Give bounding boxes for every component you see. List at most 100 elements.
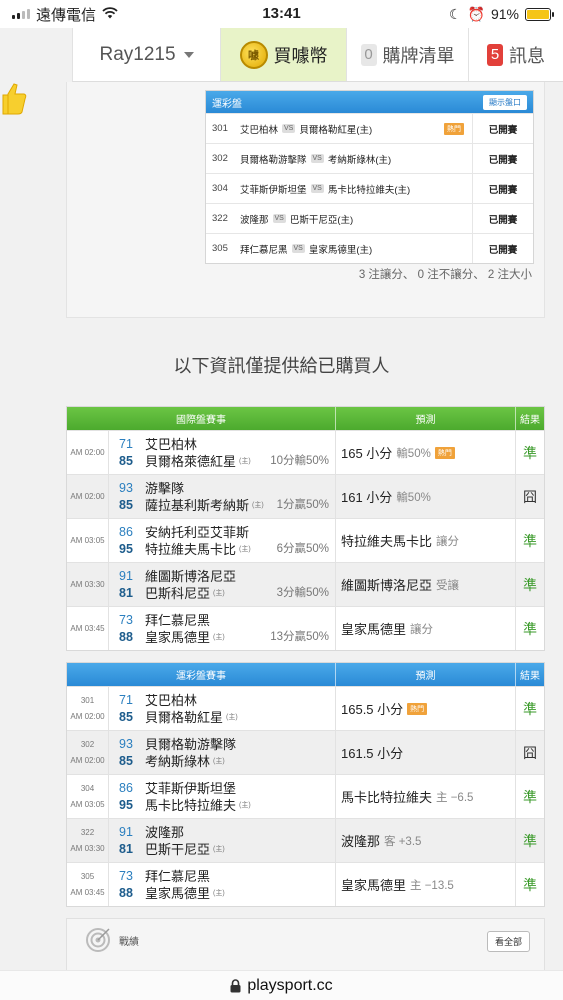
game-number: 322 [212, 213, 228, 224]
matchup: 拜仁慕尼黑 VS 皇家馬德里(主) [240, 234, 473, 263]
table-row: 301 AM 02:00 71 艾巴柏林 85 貝爾格勒紅星 (主) 165.5 小分 熱門準 [67, 686, 544, 730]
result-cell: 囧 [523, 744, 537, 761]
handicap-result: 13分贏50% [270, 631, 329, 643]
prediction-note: 讓分 [436, 535, 460, 548]
game-number: 304 [212, 183, 228, 194]
cart-button[interactable]: 0 購牌清單 [347, 28, 469, 81]
home-tag: (主) [239, 801, 251, 809]
game-number: 302 [80, 739, 95, 749]
home-score: 85 [119, 753, 133, 768]
matchup: 貝爾格勒游擊隊 VS 考納斯綠林(主) [240, 144, 473, 173]
lotto-summary-row: 322 波隆那 VS 巴斯干尼亞(主) 已開賽 [206, 203, 533, 233]
prediction-cell: 特拉維夫馬卡比 讓分 [336, 519, 516, 562]
vs-badge: VS [291, 244, 305, 253]
handicap-result: 10分輸50% [270, 455, 329, 467]
record-label: 戰績 [119, 937, 139, 948]
away-team: 貝爾格勒游擊隊 [240, 154, 307, 166]
prediction-note: 主 −13.5 [410, 879, 454, 892]
prediction-cell: 皇家馬德里主 −13.5 [336, 863, 516, 906]
away-score: 86 [119, 780, 133, 795]
game-time: AM 03:05 [70, 799, 105, 809]
home-tag: (主) [252, 501, 264, 509]
game-time: AM 03:30 [70, 579, 105, 589]
home-team: 巴斯干尼亞 [145, 842, 211, 857]
status-bar: 遠傳電信 13:41 ☾ ⏰ 91% [0, 0, 563, 28]
home-team: 巴斯干尼亞(主) [289, 214, 354, 226]
matchup: 艾巴柏林 VS 貝爾格勒紅星(主) 熱門 [240, 114, 473, 143]
lotto-summary-table: 運彩盤 顯示盤口 301 艾巴柏林 VS 貝爾格勒紅星(主) 熱門已開賽 302 貝爾格勒游… [205, 90, 534, 264]
thumbs-up-icon[interactable] [2, 80, 28, 120]
lotto-summary-row: 304 艾菲斯伊斯坦堡 VS 馬卡比特拉維夫(主) 已開賽 [206, 173, 533, 203]
away-score: 73 [119, 612, 133, 627]
result-cell: 準 [523, 832, 537, 849]
game-state: 已開賽 [488, 154, 518, 166]
away-score: 91 [119, 568, 133, 583]
prediction-cell: 馬卡比特拉維夫主 −6.5 [336, 775, 516, 818]
prediction-note: 讓分 [410, 623, 434, 636]
table-row: 305 AM 03:45 73 拜仁慕尼黑 88 皇家馬德里 (主) 皇家馬德里主 −13.5… [67, 862, 544, 906]
vs-badge: VS [282, 124, 296, 133]
prediction-pick: 161 小分 [341, 490, 393, 505]
prediction-note: 輸50% [396, 491, 431, 504]
col-match: 國際盤賽事 [67, 407, 336, 430]
col-match: 運彩盤賽事 [67, 663, 336, 686]
matchup-cell: 93 貝爾格勒游擊隊 85 考納斯綠林 (主) [109, 731, 336, 774]
game-time: AM 02:00 [70, 711, 105, 721]
game-time: AM 03:05 [70, 535, 105, 545]
caret-down-icon [183, 51, 194, 58]
home-score: 85 [119, 453, 133, 468]
game-number: 301 [212, 123, 228, 134]
prediction-cell: 165 小分 輸50% 熱門 [336, 431, 516, 474]
intl-prediction-table: 國際盤賽事 預測 結果 AM 02:00 71 艾巴柏林 85 貝爾格萊德紅星 (主) 10… [66, 406, 545, 651]
home-team: 皇家馬德里 [145, 630, 211, 645]
show-odds-button[interactable]: 顯示盤口 [483, 94, 527, 110]
messages-label: 訊息 [509, 45, 545, 66]
result-cell: 準 [523, 444, 537, 461]
game-time: AM 02:00 [70, 447, 105, 457]
view-all-button[interactable]: 看全部 [486, 931, 530, 952]
url-bar[interactable]: playsport.cc [0, 970, 563, 1000]
game-number: 302 [212, 153, 228, 164]
prediction-pick: 波隆那 [341, 834, 381, 849]
message-count-badge: 5 [487, 43, 503, 66]
home-tag: (主) [213, 845, 225, 853]
home-score: 81 [119, 841, 133, 856]
table-row: AM 03:45 73 拜仁慕尼黑 88 皇家馬德里 (主) 13分贏50% 皇家馬德里 讓分準 [67, 606, 544, 650]
user-menu[interactable]: Ray1215 [73, 28, 221, 81]
away-score: 93 [119, 480, 133, 495]
result-cell: 準 [523, 620, 537, 637]
handicap-result: 3分輸50% [276, 587, 329, 599]
home-score: 88 [119, 629, 133, 644]
vs-badge: VS [310, 184, 324, 193]
target-icon [86, 928, 110, 952]
game-number: 305 [80, 871, 95, 881]
lock-icon [230, 978, 241, 992]
messages-button[interactable]: 5 訊息 [469, 28, 563, 81]
game-state: 已開賽 [488, 184, 518, 196]
away-score: 91 [119, 824, 133, 839]
game-number: 322 [80, 827, 95, 837]
buyers-only-notice: 以下資訊僅提供給已購買人 [173, 356, 390, 376]
matchup-cell: 71 艾巴柏林 85 貝爾格勒紅星 (主) [109, 687, 336, 730]
lotto-summary-title: 運彩盤 [212, 98, 242, 110]
away-score: 71 [119, 436, 133, 451]
game-time-cell: AM 02:00 [67, 475, 109, 518]
record-card: 戰績 看全部 [66, 918, 545, 978]
game-time-cell: AM 02:00 [67, 431, 109, 474]
col-result: 結果 [520, 415, 540, 426]
home-score: 95 [119, 541, 133, 556]
lotto-summary-row: 301 艾巴柏林 VS 貝爾格勒紅星(主) 熱門 已開賽 [206, 113, 533, 143]
prediction-cell: 皇家馬德里 讓分 [336, 607, 516, 650]
table-row: 304 AM 03:05 86 艾菲斯伊斯坦堡 95 馬卡比特拉維夫 (主) 馬卡比特拉維夫主… [67, 774, 544, 818]
lotto-summary-row: 302 貝爾格勒游擊隊 VS 考納斯綠林(主) 已開賽 [206, 143, 533, 173]
matchup-cell: 86 艾菲斯伊斯坦堡 95 馬卡比特拉維夫 (主) [109, 775, 336, 818]
game-time-cell: 304 AM 03:05 [67, 775, 109, 818]
home-tag: (主) [213, 889, 225, 897]
top-nav: Ray1215 噱 買噱幣 0 購牌清單 5 訊息 [72, 28, 563, 82]
prediction-pick: 馬卡比特拉維夫 [341, 790, 433, 805]
purchased-summary-panel: 運彩盤 顯示盤口 301 艾巴柏林 VS 貝爾格勒紅星(主) 熱門已開賽 302 貝爾格勒游… [66, 82, 545, 318]
col-prediction: 預測 [336, 407, 516, 430]
buy-coins-button[interactable]: 噱 買噱幣 [221, 28, 347, 81]
prediction-cell: 波隆那客 +3.5 [336, 819, 516, 862]
result-cell: 準 [523, 700, 537, 717]
